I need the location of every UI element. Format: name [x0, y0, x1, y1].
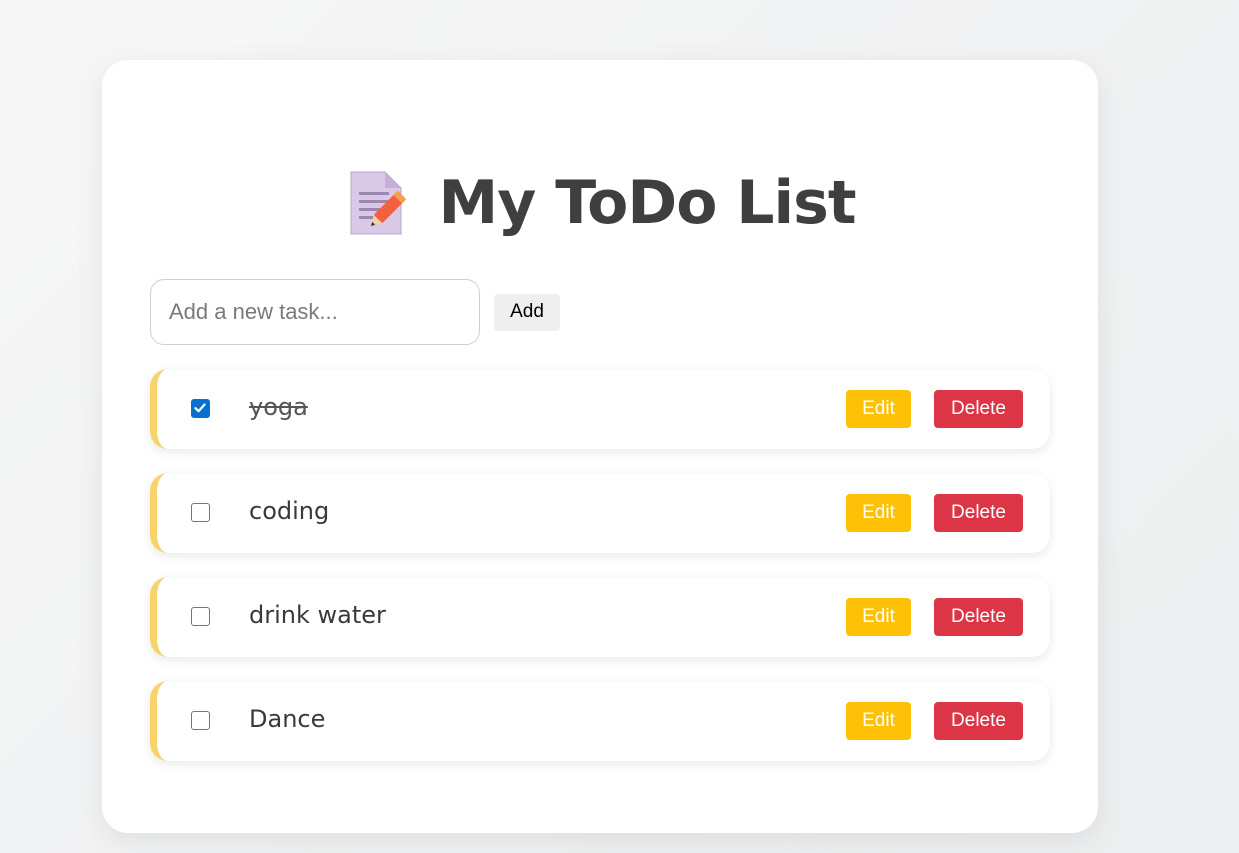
edit-button[interactable]: Edit [846, 390, 911, 428]
task-checkbox[interactable] [191, 503, 210, 522]
delete-button[interactable]: Delete [934, 494, 1023, 532]
edit-button[interactable]: Edit [846, 598, 911, 636]
delete-button[interactable]: Delete [934, 390, 1023, 428]
checkmark-icon [194, 403, 206, 413]
task-item: drink water Edit Delete [150, 577, 1050, 657]
delete-button[interactable]: Delete [934, 598, 1023, 636]
task-text: drink water [249, 601, 386, 629]
task-checkbox[interactable] [191, 607, 210, 626]
page-title: My ToDo List [438, 168, 857, 238]
task-text: Dance [249, 705, 326, 733]
add-button[interactable]: Add [494, 293, 560, 331]
task-item: coding Edit Delete [150, 473, 1050, 553]
task-text: yoga [249, 393, 308, 421]
memo-pencil-icon [350, 171, 406, 235]
header: My ToDo List [102, 168, 1098, 238]
task-list: yoga Edit Delete coding Edit Delete drin… [150, 369, 1050, 785]
task-checkbox[interactable] [191, 399, 210, 418]
task-item: yoga Edit Delete [150, 369, 1050, 449]
add-task-form: Add [150, 279, 560, 345]
edit-button[interactable]: Edit [846, 702, 911, 740]
edit-button[interactable]: Edit [846, 494, 911, 532]
task-text: coding [249, 497, 330, 525]
todo-card: My ToDo List Add yoga Edit Delete coding… [102, 60, 1098, 833]
task-item: Dance Edit Delete [150, 681, 1050, 761]
new-task-input[interactable] [150, 279, 480, 345]
task-checkbox[interactable] [191, 711, 210, 730]
delete-button[interactable]: Delete [934, 702, 1023, 740]
